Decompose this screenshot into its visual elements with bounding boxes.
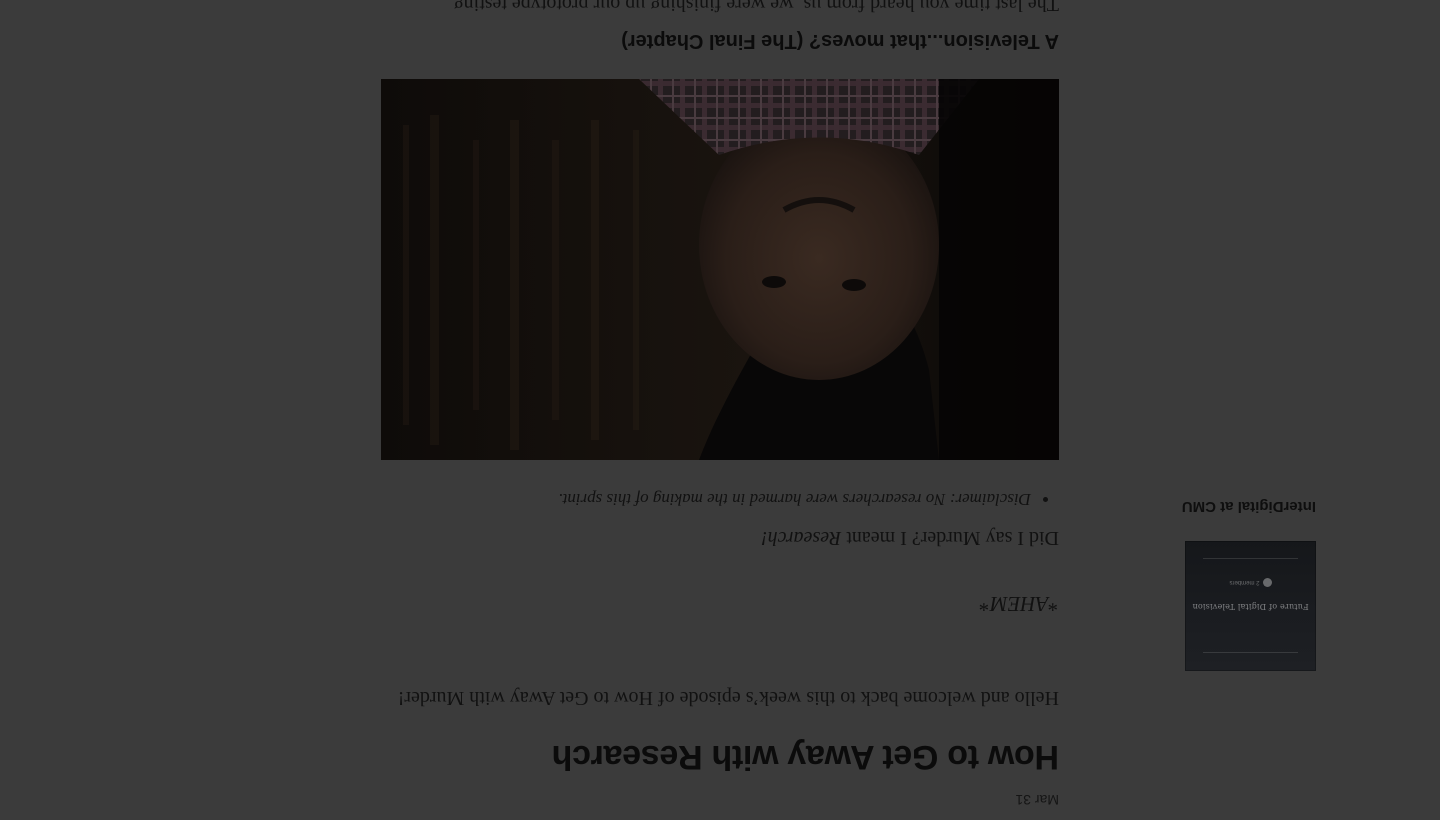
sidebar-title[interactable]: InterDigital at CMU bbox=[1182, 498, 1316, 515]
research-prefix: Did I say Murder? I meant bbox=[841, 527, 1059, 549]
post-title: How to Get Away with Research bbox=[551, 738, 1059, 776]
research-paragraph: Did I say Murder? I meant Research! bbox=[379, 522, 1059, 554]
member-avatar-icon bbox=[1262, 578, 1272, 587]
section-paragraph: The last time you heard from us, we were… bbox=[453, 0, 1059, 15]
research-emphasis: Research! bbox=[760, 527, 842, 549]
thumbnail-rule bbox=[1203, 558, 1298, 559]
thumbnail-caption: Future of Digital Television bbox=[1192, 602, 1309, 611]
disclaimer-item: Disclaimer: No researchers were harmed i… bbox=[381, 486, 1031, 512]
intro-paragraph: Hello and welcome back to this week’s ep… bbox=[397, 687, 1059, 709]
post-date: Mar 31 bbox=[1015, 792, 1059, 808]
hero-image bbox=[381, 79, 1059, 460]
page: Future of Digital Television 2 members I… bbox=[0, 0, 1440, 820]
thumbnail-rule bbox=[1203, 652, 1298, 653]
ahem-paragraph: *AHEM* bbox=[979, 592, 1059, 616]
disclaimer-list: Disclaimer: No researchers were harmed i… bbox=[381, 486, 1059, 512]
group-thumbnail[interactable]: Future of Digital Television 2 members bbox=[1185, 541, 1316, 671]
section-title: A Television...that moves? (The Final Ch… bbox=[621, 30, 1059, 52]
hero-photo-illustration bbox=[381, 79, 1059, 460]
thumbnail-meta-text: 2 members bbox=[1229, 578, 1260, 585]
sidebar: Future of Digital Television 2 members I… bbox=[1182, 498, 1316, 671]
thumbnail-meta: 2 members bbox=[1185, 578, 1316, 587]
